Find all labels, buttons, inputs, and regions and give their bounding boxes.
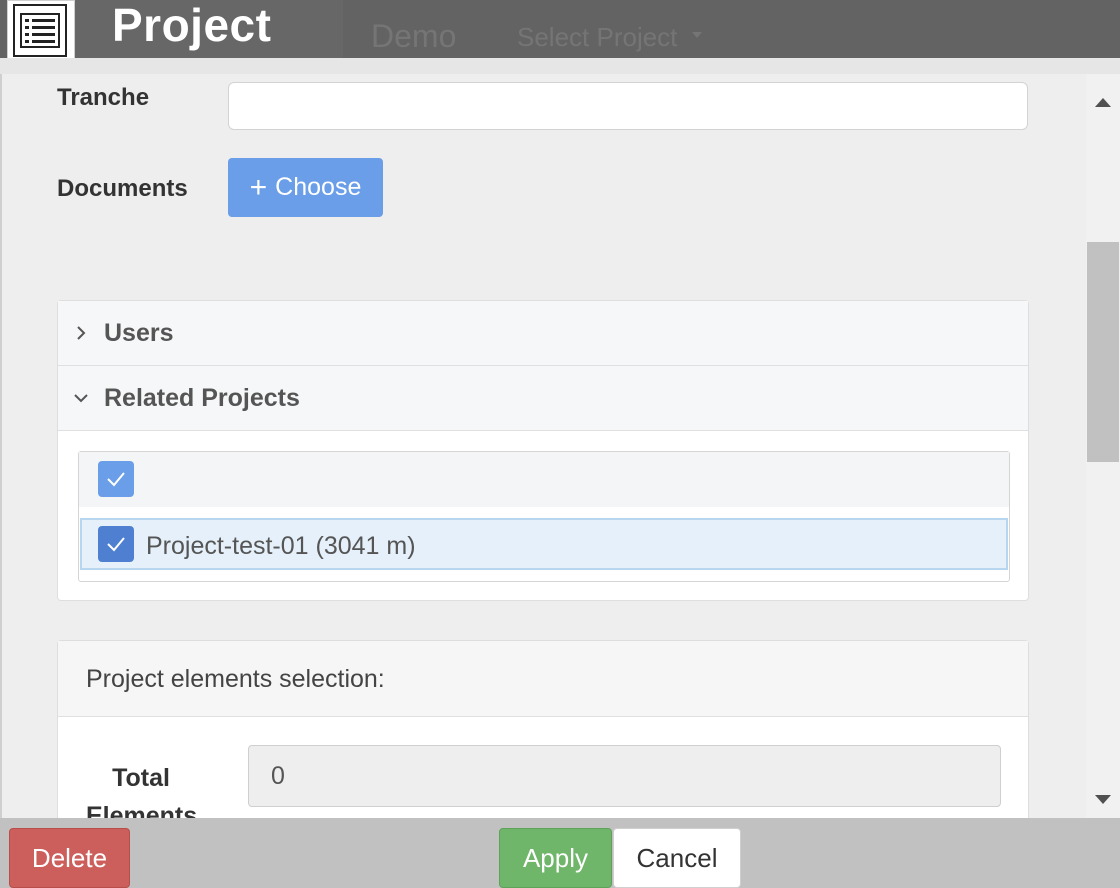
- nav-demo-link[interactable]: Demo: [371, 18, 456, 55]
- plus-icon: +: [249, 170, 268, 204]
- panel-header: Project elements selection:: [58, 641, 1028, 717]
- related-projects-accordion-label: Related Projects: [104, 383, 300, 412]
- vertical-scrollbar[interactable]: [1086, 74, 1120, 818]
- documents-label: Documents: [57, 175, 188, 202]
- dialog-footer: Delete Apply Cancel: [0, 818, 1120, 888]
- top-navbar: Demo Select Project Project: [0, 0, 1120, 64]
- check-icon: [107, 472, 125, 487]
- total-elements-field: 0: [248, 745, 1001, 807]
- apply-button[interactable]: Apply: [499, 828, 612, 888]
- list-icon: [13, 4, 67, 57]
- listbox-header: [79, 452, 1009, 507]
- choose-documents-button[interactable]: + Choose: [228, 158, 383, 217]
- panel-title: Project elements selection:: [86, 665, 385, 693]
- project-elements-panel: Project elements selection: Total Elemen…: [57, 640, 1029, 818]
- related-projects-accordion-header[interactable]: Related Projects: [58, 366, 1028, 431]
- list-item[interactable]: Project-test-01 (3041 m): [80, 518, 1008, 570]
- total-elements-label: Total Elements: [86, 764, 198, 818]
- dialog-content: Tranche Documents + Choose Users Related…: [0, 74, 1086, 818]
- tranche-label: Tranche: [57, 84, 150, 111]
- check-icon: [107, 537, 125, 552]
- scrollbar-thumb[interactable]: [1087, 242, 1119, 462]
- chevron-down-icon: [692, 32, 702, 38]
- scroll-up-arrow-icon[interactable]: [1095, 98, 1111, 107]
- chevron-right-icon: [58, 324, 104, 342]
- project-menu-button[interactable]: [7, 0, 75, 64]
- nav-select-project-dropdown[interactable]: Select Project: [517, 22, 677, 53]
- users-accordion-header[interactable]: Users: [58, 301, 1028, 366]
- project-item-label: Project-test-01 (3041 m): [146, 532, 416, 560]
- tranche-input[interactable]: [228, 82, 1028, 130]
- related-projects-listbox: Project-test-01 (3041 m): [78, 451, 1010, 582]
- scroll-down-arrow-icon[interactable]: [1095, 795, 1111, 804]
- accordion: Users Related Projects Project-test-01 (…: [57, 300, 1029, 601]
- delete-button[interactable]: Delete: [9, 828, 130, 888]
- choose-button-label: Choose: [275, 173, 362, 201]
- chevron-down-icon: [58, 391, 104, 405]
- cancel-button[interactable]: Cancel: [613, 828, 741, 888]
- select-all-checkbox[interactable]: [98, 461, 134, 497]
- users-accordion-label: Users: [104, 318, 174, 347]
- dialog-title: Project: [112, 0, 272, 51]
- header-divider: [0, 58, 1120, 74]
- project-checkbox[interactable]: [98, 526, 134, 562]
